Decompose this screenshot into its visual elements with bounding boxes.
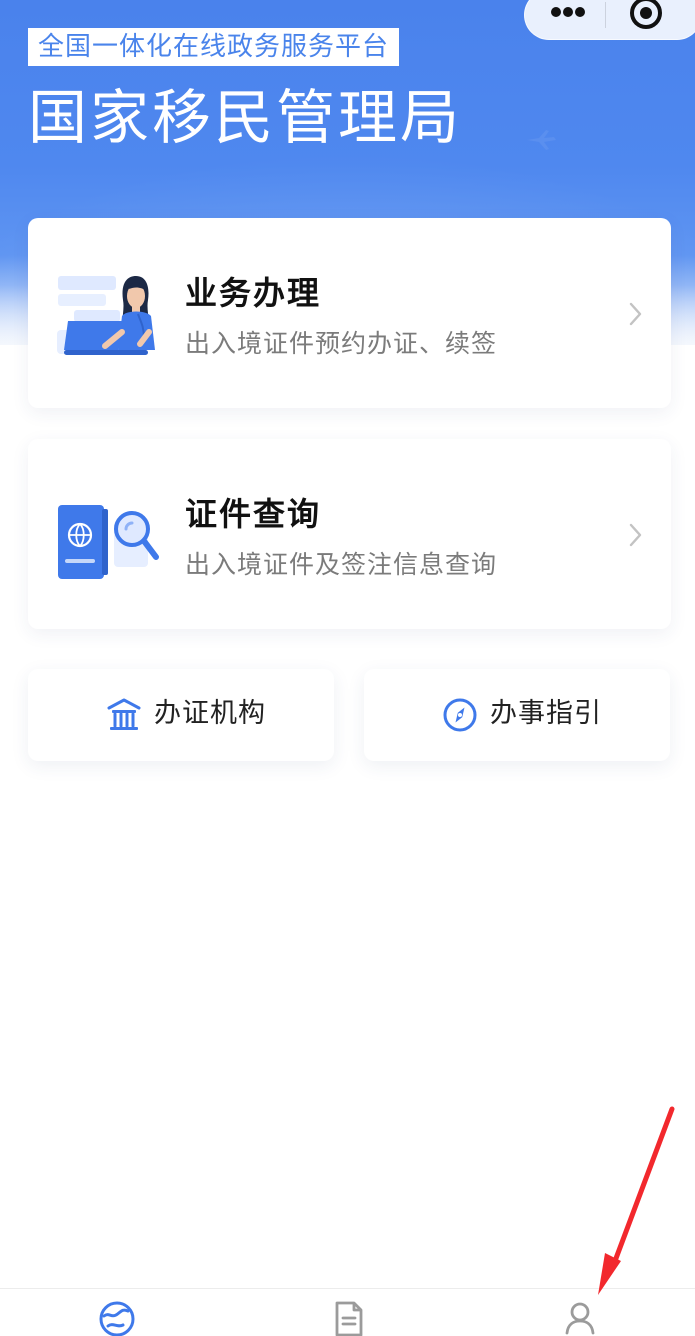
business-card[interactable]: 业务办理 出入境证件预约办证、续签 (28, 218, 671, 408)
service-agency-card[interactable]: 办证机构 (28, 669, 334, 761)
more-icon[interactable] (548, 4, 588, 20)
document-icon[interactable] (327, 1297, 371, 1336)
document-query-card[interactable]: 证件查询 出入境证件及签注信息查询 (28, 439, 671, 629)
capsule-divider (605, 2, 606, 28)
office-worker-illustration-icon (57, 276, 155, 355)
globe-icon[interactable] (95, 1297, 139, 1336)
compass-icon (443, 698, 477, 732)
target-icon[interactable] (627, 0, 665, 30)
card-subtitle: 出入境证件及签注信息查询 (185, 550, 498, 579)
quick-link-label: 办事指引 (490, 698, 602, 729)
red-arrow-annotation (598, 1106, 675, 1295)
card-title: 业务办理 (185, 274, 322, 312)
service-guide-card[interactable]: 办事指引 (364, 669, 670, 761)
page-title: 国家移民管理局 (28, 83, 463, 152)
user-icon[interactable] (558, 1297, 602, 1336)
chevron-right-icon (629, 302, 642, 326)
card-title: 证件查询 (185, 495, 322, 533)
chevron-right-icon (629, 523, 642, 547)
quick-link-label: 办证机构 (154, 698, 266, 729)
plane-icon (527, 130, 556, 150)
bottom-tabbar (0, 1288, 695, 1336)
bank-icon (107, 698, 141, 730)
passport-search-icon (58, 505, 159, 579)
platform-badge: 全国一体化在线政务服务平台 (28, 28, 400, 66)
card-subtitle: 出入境证件预约办证、续签 (185, 329, 498, 358)
